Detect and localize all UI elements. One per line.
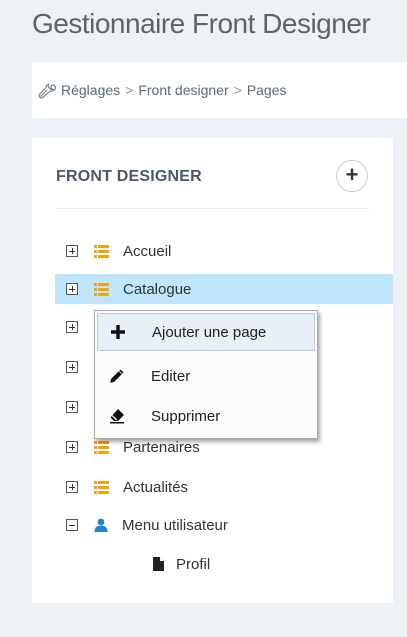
file-icon xyxy=(153,557,164,571)
tree-item-menu-utilisateur[interactable]: Menu utilisateur xyxy=(55,510,393,540)
expand-icon[interactable] xyxy=(66,481,78,493)
list-icon xyxy=(94,244,109,258)
expand-icon[interactable] xyxy=(66,321,78,333)
menu-item-delete[interactable]: Supprimer xyxy=(97,397,315,435)
menu-item-label: Editer xyxy=(151,367,191,385)
tree-item-actualites[interactable]: Actualités xyxy=(55,472,393,502)
expand-icon[interactable] xyxy=(66,283,78,295)
add-page-button[interactable]: + xyxy=(336,160,368,192)
plus-icon xyxy=(111,325,125,339)
wrench-icon xyxy=(38,83,56,99)
breadcrumb-item-reglages[interactable]: Réglages xyxy=(61,82,120,98)
expand-icon[interactable] xyxy=(66,401,78,413)
portlet-divider xyxy=(56,208,369,209)
tree-item-label: Accueil xyxy=(123,242,172,260)
menu-item-label: Ajouter une page xyxy=(152,323,267,341)
eraser-icon xyxy=(110,409,124,424)
tree-item-label: Actualités xyxy=(123,478,189,496)
breadcrumb: Réglages > Front designer > Pages xyxy=(32,62,407,118)
tree-item-label: Partenaires xyxy=(123,438,200,456)
list-icon xyxy=(94,440,109,454)
portlet-title: FRONT DESIGNER xyxy=(56,168,202,185)
context-menu: Ajouter une page Editer Supprimer xyxy=(94,310,318,439)
menu-item-add-page[interactable]: Ajouter une page xyxy=(97,313,315,351)
tree-item-label: Catalogue xyxy=(123,280,192,298)
collapse-icon[interactable] xyxy=(66,519,78,531)
plus-circle-icon: + xyxy=(345,162,359,187)
menu-item-edit[interactable]: Editer xyxy=(97,357,315,395)
user-icon xyxy=(94,518,108,532)
pencil-icon xyxy=(110,369,124,383)
expand-icon[interactable] xyxy=(66,361,78,373)
breadcrumb-separator: > xyxy=(125,82,134,98)
breadcrumb-item-pages: Pages xyxy=(246,82,287,98)
expand-icon[interactable] xyxy=(66,245,78,257)
breadcrumb-separator: > xyxy=(233,82,242,98)
tree-item-catalogue[interactable]: Catalogue xyxy=(55,274,393,304)
tree-item-label: Menu utilisateur xyxy=(122,516,228,534)
tree-item-profil[interactable]: Profil xyxy=(153,549,353,579)
tree-item-label: Profil xyxy=(176,555,211,573)
list-icon xyxy=(94,282,109,296)
list-icon xyxy=(94,480,109,494)
expand-icon[interactable] xyxy=(66,441,78,453)
tree-item-accueil[interactable]: Accueil xyxy=(55,236,393,266)
page-title: Gestionnaire Front Designer xyxy=(32,8,371,39)
breadcrumb-item-front-designer[interactable]: Front designer xyxy=(138,82,228,98)
menu-item-label: Supprimer xyxy=(151,407,221,425)
